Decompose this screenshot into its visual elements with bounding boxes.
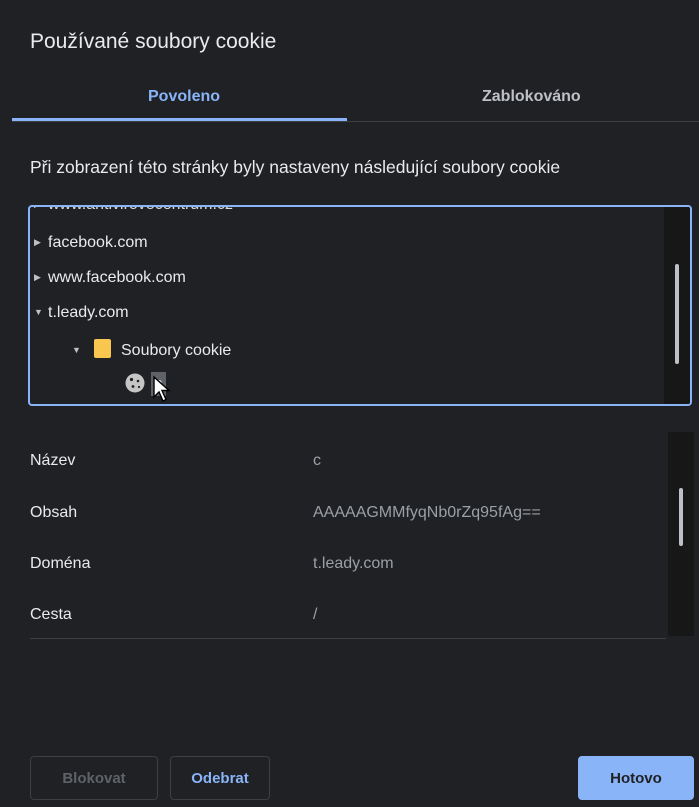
- collapse-arrow-icon[interactable]: ▼: [34, 307, 48, 317]
- tree-item-label: facebook.com: [48, 234, 148, 251]
- cookie-icon: [125, 373, 145, 393]
- tab-blocked[interactable]: Zablokováno: [482, 88, 581, 106]
- details-value-name: c: [313, 452, 321, 469]
- remove-button[interactable]: Odebrat: [170, 756, 270, 800]
- mouse-cursor-icon: [153, 375, 171, 402]
- folder-icon: [94, 339, 111, 358]
- expand-arrow-icon[interactable]: ▶: [34, 207, 48, 210]
- cookies-description: Při zobrazení této stránky byly nastaven…: [30, 157, 561, 177]
- expand-arrow-icon[interactable]: ▶: [34, 272, 48, 283]
- page-title: Používané soubory cookie: [30, 30, 277, 53]
- tab-divider: [12, 121, 699, 122]
- done-button[interactable]: Hotovo: [578, 756, 694, 800]
- tree-item-t-leady[interactable]: ▼ t.leady.com: [34, 304, 129, 322]
- tree-item-label: www.facebook.com: [48, 269, 186, 286]
- tree-item-antivirovecentrum[interactable]: ▶www.antivirovecentrum.cz: [34, 207, 233, 214]
- tab-allowed[interactable]: Povoleno: [148, 88, 220, 106]
- tree-item-label: t.leady.com: [48, 304, 129, 321]
- block-button[interactable]: Blokovat: [30, 756, 158, 800]
- cookie-tree[interactable]: ▶www.antivirovecentrum.cz ▶facebook.com …: [28, 205, 692, 406]
- tree-item-cookie-folder[interactable]: ▼ Soubory cookie: [72, 339, 231, 360]
- tree-scrollbar-thumb[interactable]: [675, 264, 679, 364]
- details-value-path: /: [313, 606, 318, 623]
- details-value-content: AAAAAGMMfyqNb0rZq95fAg==: [313, 504, 541, 521]
- details-divider: [30, 638, 666, 639]
- tree-item-label: www.antivirovecentrum.cz: [48, 207, 233, 213]
- tree-item-www-facebook[interactable]: ▶ www.facebook.com: [34, 269, 186, 287]
- tree-item-facebook[interactable]: ▶ facebook.com: [34, 234, 148, 252]
- details-label-content: Obsah: [30, 504, 78, 521]
- details-label-name: Název: [30, 452, 76, 469]
- details-label-path: Cesta: [30, 606, 72, 623]
- collapse-arrow-icon[interactable]: ▼: [72, 345, 86, 355]
- tree-item-label: Soubory cookie: [121, 342, 232, 359]
- details-label-domain: Doména: [30, 555, 91, 572]
- details-scrollbar-thumb[interactable]: [679, 488, 683, 546]
- expand-arrow-icon[interactable]: ▶: [34, 237, 48, 248]
- details-value-domain: t.leady.com: [313, 555, 394, 572]
